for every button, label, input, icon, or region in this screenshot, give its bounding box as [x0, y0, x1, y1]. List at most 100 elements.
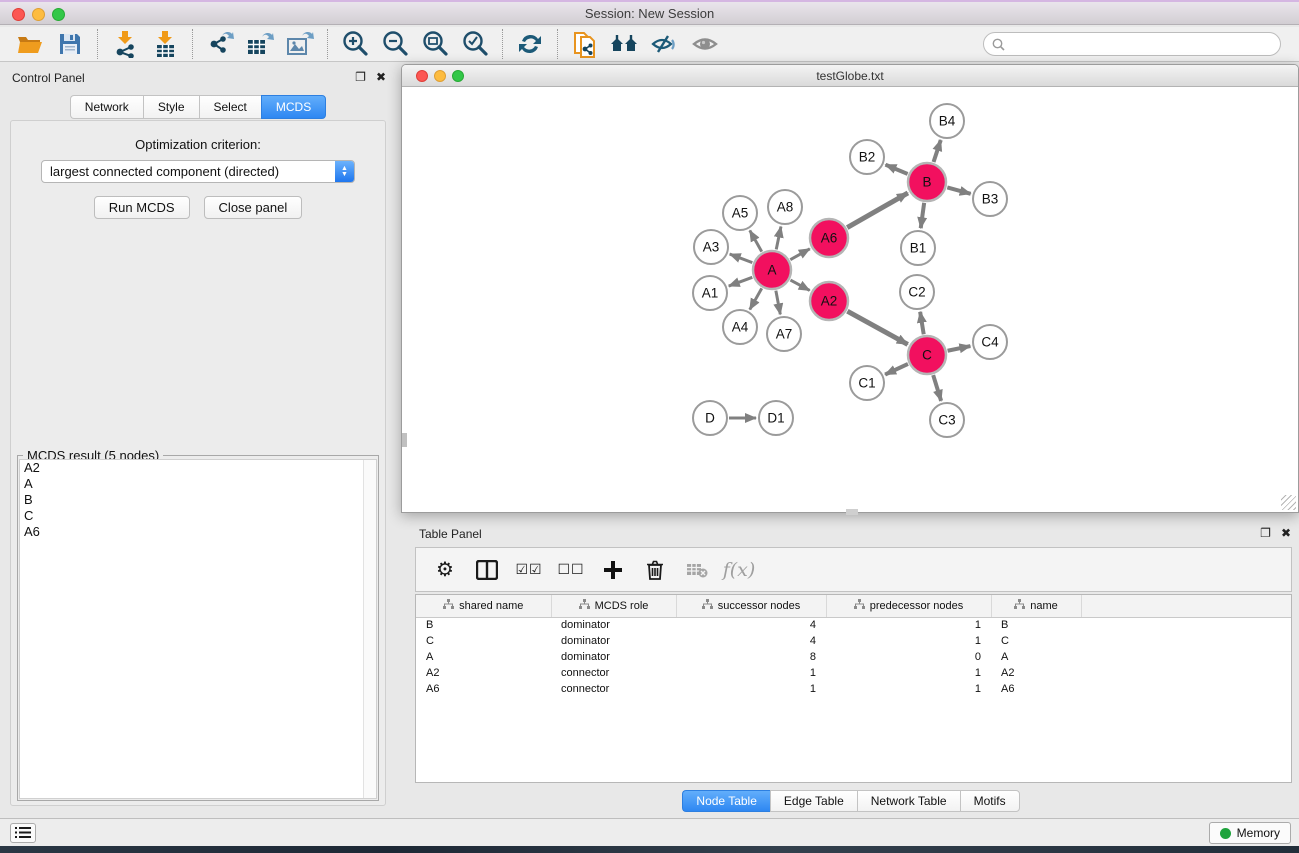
- column-header-predecessor-nodes[interactable]: predecessor nodes: [826, 595, 991, 617]
- result-item[interactable]: B: [20, 492, 376, 508]
- graph-edge-C-C1[interactable]: [885, 364, 908, 375]
- result-item[interactable]: A6: [20, 524, 376, 540]
- vertical-scroll-thumb[interactable]: [402, 433, 407, 447]
- column-header-MCDS-role[interactable]: MCDS role: [551, 595, 676, 617]
- table-cell[interactable]: A6: [991, 681, 1081, 697]
- settings-gear-icon[interactable]: ⚙: [428, 553, 462, 587]
- float-panel-icon[interactable]: ❐: [1260, 526, 1271, 540]
- add-icon[interactable]: [596, 553, 630, 587]
- open-session-button[interactable]: [10, 28, 50, 60]
- export-network-button[interactable]: [200, 28, 240, 60]
- zoom-selected-button[interactable]: [455, 28, 495, 60]
- memory-button[interactable]: Memory: [1209, 822, 1291, 844]
- mcds-result-list[interactable]: A2ABCA6: [19, 459, 377, 799]
- refresh-layout-button[interactable]: [510, 28, 550, 60]
- run-mcds-button[interactable]: Run MCDS: [94, 196, 190, 219]
- close-panel-button[interactable]: Close panel: [204, 196, 303, 219]
- show-all-button[interactable]: [685, 28, 725, 60]
- graph-edge-A6-B[interactable]: [847, 193, 908, 228]
- table-row[interactable]: Adominator80A: [416, 649, 1291, 665]
- graph-edge-A-A2[interactable]: [790, 280, 809, 290]
- deselect-all-icon[interactable]: ☐☐: [554, 553, 588, 587]
- tab-motifs[interactable]: Motifs: [960, 790, 1020, 812]
- graph-edge-A-A3[interactable]: [730, 254, 753, 263]
- graph-edge-B-B3[interactable]: [947, 187, 970, 193]
- table-cell[interactable]: C: [416, 633, 551, 649]
- graph-edge-A2-C[interactable]: [847, 311, 907, 344]
- duplicate-network-button[interactable]: [565, 28, 605, 60]
- table-cell[interactable]: A6: [416, 681, 551, 697]
- result-item[interactable]: A: [20, 476, 376, 492]
- graph-edge-B-B2[interactable]: [885, 165, 907, 174]
- graph-edge-B-B1[interactable]: [921, 203, 924, 228]
- table-cell[interactable]: 4: [676, 633, 826, 649]
- table-cell[interactable]: C: [991, 633, 1081, 649]
- import-network-button[interactable]: [105, 28, 145, 60]
- table-cell[interactable]: dominator: [551, 617, 676, 633]
- hide-selected-button[interactable]: [645, 28, 685, 60]
- table-cell[interactable]: 1: [826, 633, 991, 649]
- export-image-button[interactable]: [280, 28, 320, 60]
- zoom-out-button[interactable]: [375, 28, 415, 60]
- table-cell[interactable]: A: [416, 649, 551, 665]
- table-cell[interactable]: B: [991, 617, 1081, 633]
- column-header-successor-nodes[interactable]: successor nodes: [676, 595, 826, 617]
- column-header-name[interactable]: name: [991, 595, 1081, 617]
- graph-edge-A-A4[interactable]: [750, 288, 762, 309]
- tab-mcds[interactable]: MCDS: [261, 95, 326, 119]
- graph-edge-C-C3[interactable]: [933, 375, 941, 401]
- delete-icon[interactable]: [638, 553, 672, 587]
- graph-edge-A-A1[interactable]: [729, 277, 753, 286]
- table-row[interactable]: A6connector11A6: [416, 681, 1291, 697]
- table-cell[interactable]: B: [416, 617, 551, 633]
- save-session-button[interactable]: [50, 28, 90, 60]
- horizontal-scroll-thumb[interactable]: [846, 509, 858, 515]
- export-table-button[interactable]: [240, 28, 280, 60]
- network-graph[interactable]: AA1A2A3A4A5A6A7A8BB1B2B3B4CC1C2C3C4DD1: [403, 87, 1297, 511]
- graph-edge-B-B4[interactable]: [934, 140, 941, 162]
- table-cell[interactable]: 1: [826, 681, 991, 697]
- result-item[interactable]: A2: [20, 460, 376, 476]
- graph-edge-C-C2[interactable]: [920, 312, 924, 335]
- table-row[interactable]: Bdominator41B: [416, 617, 1291, 633]
- network-window-titlebar[interactable]: testGlobe.txt: [402, 65, 1298, 87]
- zoom-in-button[interactable]: [335, 28, 375, 60]
- graph-edge-A-A8[interactable]: [776, 227, 781, 250]
- result-scrollbar[interactable]: [363, 460, 376, 798]
- table-cell[interactable]: connector: [551, 665, 676, 681]
- search-field[interactable]: [983, 32, 1281, 56]
- zoom-fit-button[interactable]: [415, 28, 455, 60]
- table-cell[interactable]: 1: [826, 617, 991, 633]
- table-row[interactable]: Cdominator41C: [416, 633, 1291, 649]
- tab-edge-table[interactable]: Edge Table: [770, 790, 857, 812]
- table-cell[interactable]: 8: [676, 649, 826, 665]
- import-table-button[interactable]: [145, 28, 185, 60]
- criterion-dropdown[interactable]: largest connected component (directed) ▲…: [41, 160, 355, 183]
- tab-network[interactable]: Network: [70, 95, 143, 119]
- graph-edge-A-A7[interactable]: [776, 291, 780, 315]
- task-history-button[interactable]: [10, 823, 36, 843]
- tab-style[interactable]: Style: [143, 95, 199, 119]
- table-cell[interactable]: connector: [551, 681, 676, 697]
- graph-edge-A-A6[interactable]: [790, 249, 810, 260]
- table-cell[interactable]: A2: [991, 665, 1081, 681]
- select-all-icon[interactable]: ☑☑: [512, 553, 546, 587]
- tab-node-table[interactable]: Node Table: [682, 790, 770, 812]
- search-input[interactable]: [1011, 37, 1272, 51]
- graph-edge-C-C4[interactable]: [948, 346, 971, 351]
- table-cell[interactable]: A2: [416, 665, 551, 681]
- graph-edge-A-A5[interactable]: [750, 230, 762, 251]
- tab-network-table[interactable]: Network Table: [857, 790, 960, 812]
- table-row[interactable]: A2connector11A2: [416, 665, 1291, 681]
- table-cell[interactable]: 0: [826, 649, 991, 665]
- table-cell[interactable]: A: [991, 649, 1081, 665]
- table-cell[interactable]: 1: [826, 665, 991, 681]
- close-panel-icon[interactable]: ✖: [1281, 526, 1291, 540]
- network-canvas[interactable]: AA1A2A3A4A5A6A7A8BB1B2B3B4CC1C2C3C4DD1: [403, 87, 1297, 511]
- resize-grip[interactable]: [1281, 495, 1296, 510]
- node-table[interactable]: shared nameMCDS rolesuccessor nodesprede…: [415, 594, 1292, 783]
- float-panel-icon[interactable]: ❐: [355, 70, 366, 84]
- column-view-icon[interactable]: [470, 553, 504, 587]
- table-cell[interactable]: 1: [676, 665, 826, 681]
- table-cell[interactable]: dominator: [551, 633, 676, 649]
